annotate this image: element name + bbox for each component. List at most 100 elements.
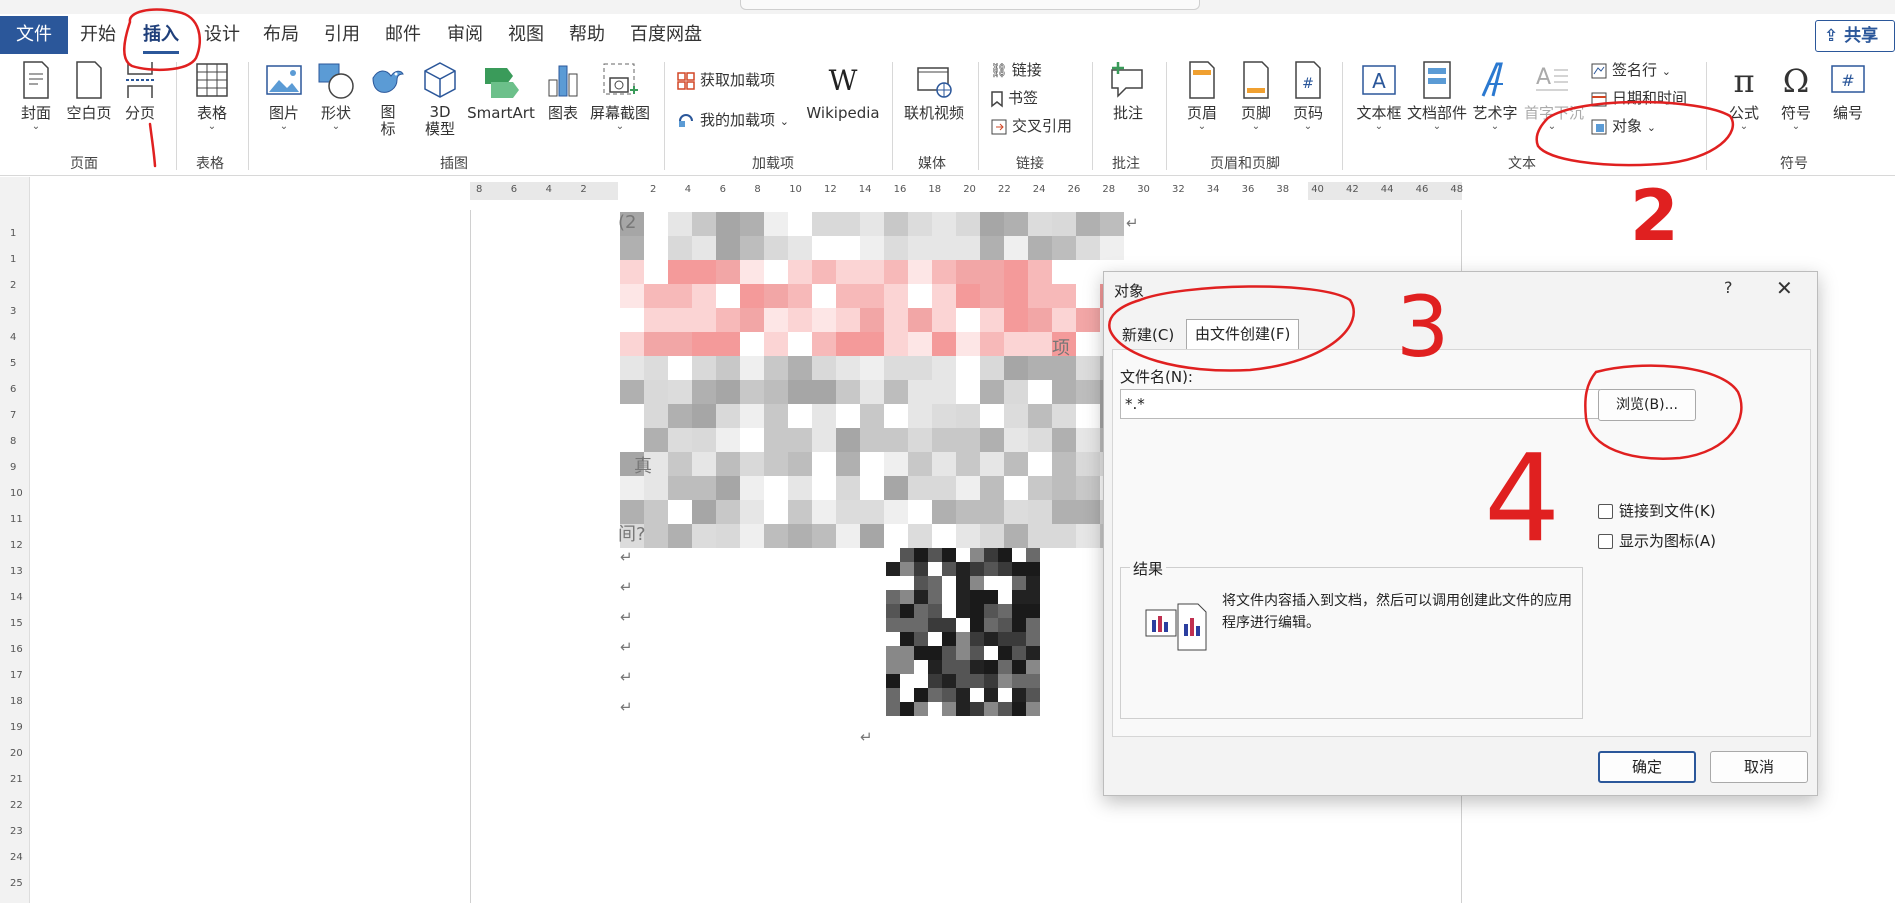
screenshot-icon bbox=[603, 63, 638, 95]
screenshot-button[interactable]: 屏幕截图 ⌄ bbox=[588, 60, 652, 132]
tab-view[interactable]: 视图 bbox=[508, 20, 544, 50]
redacted-pixel bbox=[620, 332, 644, 356]
share-label: 共享 bbox=[1844, 26, 1879, 46]
redacted-pixel bbox=[1026, 576, 1040, 590]
object-icon bbox=[1591, 119, 1607, 134]
online-video-button[interactable]: 联机视频 bbox=[902, 60, 966, 122]
ok-button[interactable]: 确定 bbox=[1598, 751, 1696, 783]
redacted-pixel bbox=[1026, 660, 1040, 674]
redacted-pixel bbox=[1004, 284, 1028, 308]
footer-button[interactable]: 页脚 ⌄ bbox=[1236, 60, 1276, 132]
wikipedia-button[interactable]: W Wikipedia bbox=[806, 60, 880, 122]
redacted-pixel bbox=[886, 548, 900, 562]
ruler-tick-label: 20 bbox=[10, 748, 23, 759]
textbox-icon: A bbox=[1362, 65, 1396, 95]
redacted-pixel bbox=[908, 524, 932, 548]
redacted-pixel bbox=[908, 212, 932, 236]
bookmark-button[interactable]: 书签 bbox=[990, 86, 1038, 110]
ruler-tick-label: 40 bbox=[1311, 184, 1324, 195]
redacted-pixel bbox=[956, 632, 970, 646]
share-button[interactable]: ⇪ 共享 bbox=[1815, 20, 1895, 52]
cover-page-button[interactable]: 封面 ⌄ bbox=[14, 60, 58, 132]
tab-create-new[interactable]: 新建(C) bbox=[1114, 321, 1182, 349]
redacted-pixel bbox=[812, 524, 836, 548]
redacted-pixel bbox=[1026, 562, 1040, 576]
cross-reference-icon bbox=[991, 119, 1007, 134]
equation-button[interactable]: π 公式 ⌄ bbox=[1722, 60, 1766, 132]
redacted-pixel bbox=[928, 548, 942, 562]
page-number-button[interactable]: # 页码 ⌄ bbox=[1288, 60, 1328, 132]
redacted-pixel bbox=[716, 524, 740, 548]
browse-button[interactable]: 浏览(B)... bbox=[1598, 389, 1696, 421]
get-addins-button[interactable]: 获取加载项 bbox=[676, 68, 775, 92]
search-box[interactable] bbox=[740, 0, 1200, 10]
redacted-pixel bbox=[812, 428, 836, 452]
tab-create-from-file[interactable]: 由文件创建(F) bbox=[1186, 319, 1300, 349]
my-addins-button[interactable]: 我的加载项 ⌄ bbox=[676, 108, 789, 132]
redacted-pixel bbox=[788, 524, 812, 548]
redacted-pixel bbox=[984, 674, 998, 688]
link-button[interactable]: ⛓ 链接 bbox=[990, 58, 1042, 82]
tab-insert[interactable]: 插入 bbox=[143, 20, 179, 54]
table-button[interactable]: 表格 ⌄ bbox=[192, 60, 232, 132]
quick-parts-button[interactable]: 文档部件 ⌄ bbox=[1406, 60, 1468, 132]
ruler-tick-label: 8 bbox=[754, 184, 761, 195]
checkbox-box[interactable] bbox=[1598, 504, 1613, 519]
symbol-button[interactable]: Ω 符号 ⌄ bbox=[1774, 60, 1818, 132]
redacted-pixel bbox=[956, 524, 980, 548]
redacted-pixel bbox=[788, 476, 812, 500]
chart-button[interactable]: 图表 bbox=[544, 60, 582, 122]
drop-cap-button[interactable]: A 首字下沉 ⌄ bbox=[1524, 60, 1584, 132]
tab-file[interactable]: 文件 bbox=[0, 16, 68, 54]
redacted-pixel bbox=[928, 618, 942, 632]
close-button[interactable]: ✕ bbox=[1776, 276, 1793, 300]
tab-help[interactable]: 帮助 bbox=[569, 20, 605, 50]
textbox-button[interactable]: A 文本框 ⌄ bbox=[1354, 60, 1404, 132]
redacted-pixel bbox=[970, 604, 984, 618]
picture-button[interactable]: 图片 ⌄ bbox=[264, 60, 304, 132]
redacted-pixel bbox=[668, 452, 692, 476]
redacted-pixel bbox=[1026, 632, 1040, 646]
signature-line-button[interactable]: 签名行 ⌄ bbox=[1590, 58, 1671, 82]
help-button[interactable]: ? bbox=[1724, 278, 1733, 297]
date-time-button[interactable]: 日期和时间 bbox=[1590, 86, 1687, 110]
redacted-pixel bbox=[980, 380, 1004, 404]
tab-design[interactable]: 设计 bbox=[204, 20, 240, 50]
icons-button[interactable]: 图标 bbox=[368, 60, 408, 138]
comment-button[interactable]: 批注 bbox=[1106, 60, 1150, 122]
number-button[interactable]: # 编号 bbox=[1826, 60, 1870, 122]
redacted-pixel bbox=[914, 618, 928, 632]
ruler-tick-label: 1 bbox=[10, 254, 17, 265]
redacted-pixel bbox=[788, 500, 812, 524]
tab-references[interactable]: 引用 bbox=[324, 20, 360, 50]
redacted-pixel bbox=[668, 524, 692, 548]
wordart-button[interactable]: 艺术字 ⌄ bbox=[1470, 60, 1520, 132]
redacted-pixel bbox=[886, 562, 900, 576]
header-button[interactable]: 页眉 ⌄ bbox=[1182, 60, 1222, 132]
tab-mailings[interactable]: 邮件 bbox=[385, 20, 421, 50]
filename-input[interactable]: *.* bbox=[1120, 389, 1600, 419]
redacted-pixel bbox=[942, 674, 956, 688]
blank-page-button[interactable]: 空白页 bbox=[64, 60, 114, 122]
ruler-tick-label: 6 bbox=[510, 184, 518, 195]
display-as-icon-checkbox[interactable]: 显示为图标(A) bbox=[1598, 531, 1716, 551]
smartart-button[interactable]: SmartArt bbox=[466, 60, 536, 122]
tab-home[interactable]: 开始 bbox=[80, 20, 116, 50]
bookmark-label: 书签 bbox=[1008, 89, 1039, 107]
link-to-file-checkbox[interactable]: 链接到文件(K) bbox=[1598, 501, 1716, 521]
page-break-button[interactable]: 分页 bbox=[120, 60, 160, 122]
cancel-button[interactable]: 取消 bbox=[1710, 751, 1808, 783]
3d-models-button[interactable]: 3D 模型 bbox=[418, 60, 462, 138]
redacted-pixel bbox=[956, 476, 980, 500]
tab-review[interactable]: 审阅 bbox=[447, 20, 483, 50]
ribbon: 封面 ⌄ 空白页 分页 页面 表格 ⌄ 表格 图片 ⌄ 形状 ⌄ 图标 3D 模型 Sma… bbox=[0, 56, 1895, 176]
tab-layout[interactable]: 布局 bbox=[263, 20, 299, 50]
redacted-pixel bbox=[692, 308, 716, 332]
checkbox-box[interactable] bbox=[1598, 534, 1613, 549]
redacted-pixel bbox=[716, 500, 740, 524]
cross-reference-button[interactable]: 交叉引用 bbox=[990, 114, 1072, 138]
shapes-button[interactable]: 形状 ⌄ bbox=[316, 60, 356, 132]
object-button[interactable]: 对象 ⌄ bbox=[1590, 114, 1656, 138]
tab-baidu-netdisk[interactable]: 百度网盘 bbox=[630, 20, 702, 50]
redacted-pixel bbox=[1028, 284, 1052, 308]
